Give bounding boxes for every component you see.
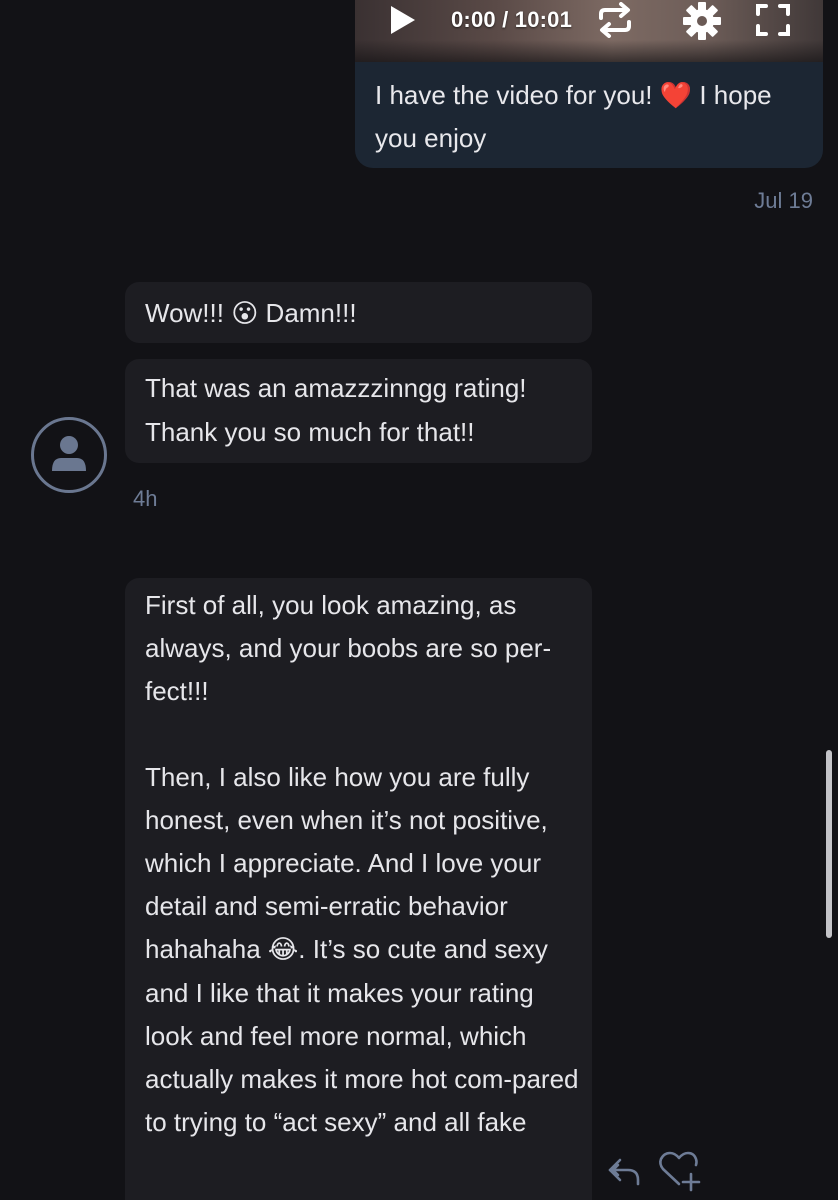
incoming-message-text: First of all, you look amazing, as alway… <box>145 584 585 1144</box>
outgoing-text-part-1: I have the video for you! <box>375 80 660 110</box>
date-label: Jul 19 <box>754 188 813 213</box>
fullscreen-icon[interactable] <box>755 3 791 37</box>
play-icon[interactable] <box>385 4 419 36</box>
message-paragraph: First of all, you look amazing, as alway… <box>145 590 552 706</box>
incoming-message-text: Wow!!! 😮 Damn!!! <box>145 294 357 333</box>
video-time-display: 0:00 / 10:01 <box>451 7 573 32</box>
gear-icon[interactable] <box>682 1 722 41</box>
avatar[interactable] <box>31 417 107 493</box>
incoming-message-text: That was an amazzzinngg rating! Thank yo… <box>145 366 585 454</box>
message-paragraph: Then, I also like how you are fully hone… <box>145 756 585 1144</box>
message-line: That was an amazzzinngg rating! <box>145 373 527 403</box>
outgoing-message-bubble: 0:00 / 10:01 I have the video for you! ❤… <box>355 0 823 168</box>
time-label: 4h <box>133 486 158 511</box>
video-player[interactable]: 0:00 / 10:01 <box>355 0 823 62</box>
message-line: Thank you so much for that!! <box>145 417 475 447</box>
user-avatar-icon <box>52 436 86 471</box>
outgoing-message-text: I have the video for you! ❤️ I hope you … <box>375 74 805 159</box>
incoming-message-bubble: First of all, you look amazing, as alway… <box>125 578 592 1200</box>
video-controls: 0:00 / 10:01 <box>355 0 823 44</box>
reply-icon[interactable] <box>606 1152 642 1188</box>
incoming-message-bubble: Wow!!! 😮 Damn!!! <box>125 282 592 343</box>
message-text-part: . It’s so cute and sexy and I like that … <box>145 934 579 1137</box>
astonished-emoji: 😮 <box>231 299 259 329</box>
message-text-part: Wow!!! <box>145 298 232 328</box>
loop-icon[interactable] <box>595 2 635 38</box>
scrollbar[interactable] <box>826 750 832 938</box>
heart-emoji: ❤️ <box>659 81 693 111</box>
like-icon[interactable] <box>657 1150 703 1192</box>
message-text-part: Damn!!! <box>258 298 357 328</box>
tears-of-joy-emoji: 😂 <box>267 935 299 965</box>
incoming-message-bubble: That was an amazzzinngg rating! Thank yo… <box>125 359 592 463</box>
